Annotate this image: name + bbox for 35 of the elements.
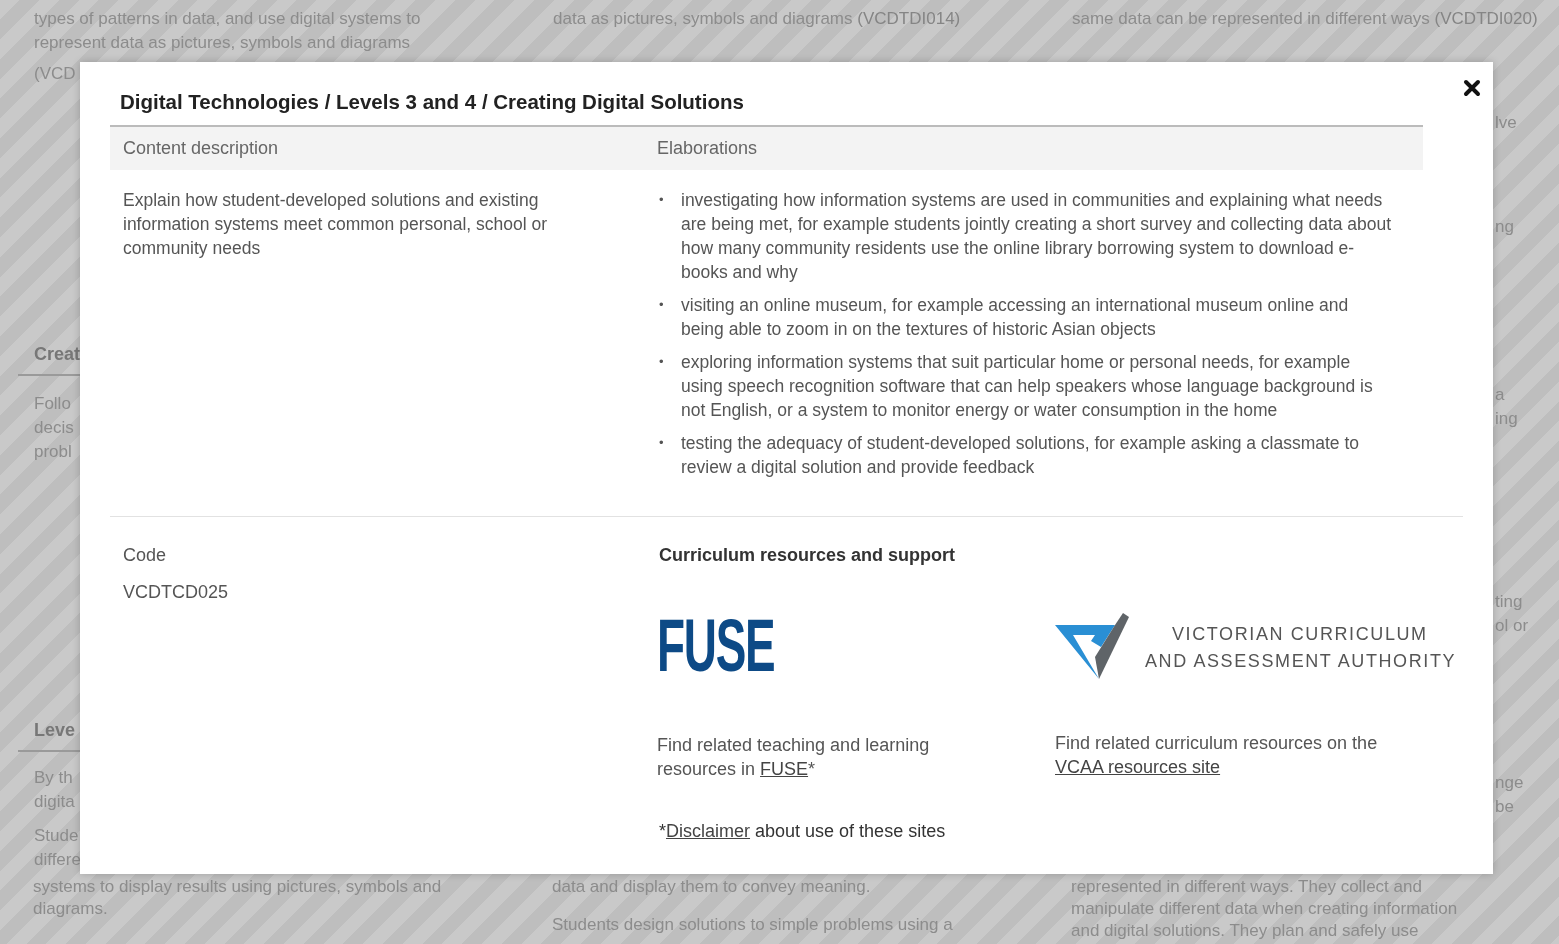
vcaa-link[interactable]: VCAA resources site	[1055, 756, 1221, 777]
background-text: data as pictures, symbols and diagrams (VCDTDI014)	[553, 8, 962, 30]
elaboration-item: investigating how information systems are used in communities and explaining what needs are being met, for example students jointly creating a short survey and collecting data about how many community residents use the online library borrowing system to download e-books and why	[681, 188, 1393, 284]
background-text: nge be	[1495, 772, 1525, 818]
background-text: a ing	[1495, 384, 1519, 430]
elaboration-item: testing the adequacy of student-developed solutions, for example asking a classmate to review a digital solution and provide feedback	[681, 431, 1361, 479]
background-text: types of patterns in data, and use digital systems to represent data as pictures, symbols and diagrams	[34, 8, 422, 54]
list-bullet: •	[659, 352, 665, 371]
resource-description: Find related curriculum resources on the VCAA resources site	[1055, 731, 1379, 779]
content-description: Explain how student-developed solutions and existing information systems meet common personal, school or community needs	[123, 188, 549, 260]
elaboration-item: visiting an online museum, for example accessing an international museum online and being able to zoom in on the textures of historic Asian objects	[681, 293, 1350, 341]
background-text: ng	[1495, 216, 1515, 238]
elaboration-item: exploring information systems that suit particular home or personal needs, for example using speech recognition software that can help speakers whose language background is not English, or a system to monitor energy or water consumption in the home	[681, 350, 1374, 422]
disclaimer-text: *Disclaimer about use of these sites	[659, 819, 947, 843]
list-bullet: •	[659, 433, 665, 452]
background-text: By th digita	[34, 767, 76, 813]
background-text: represented in different ways. They collect and manipulate different data when creating information and digital solutions. They plan and safely use	[1071, 876, 1459, 942]
section-heading: Curriculum resources and support	[659, 543, 957, 567]
background-text: systems to display results using pictures, symbols and diagrams.	[33, 876, 443, 920]
fuse-logo: FUSE	[657, 608, 775, 683]
background-text: (VCD	[34, 63, 77, 85]
column-header: Elaborations	[657, 136, 759, 160]
code-value: VCDTCD025	[123, 580, 230, 604]
list-bullet: •	[659, 190, 665, 209]
code-label: Code	[123, 543, 168, 567]
vcaa-logo-text: VICTORIAN CURRICULUM AND ASSESSMENT AUTHORITY	[1145, 622, 1457, 673]
disclaimer-link[interactable]: Disclaimer	[666, 820, 751, 841]
background-text: Follo decis probl	[34, 393, 75, 463]
background-text: Students design solutions to simple problems using a	[552, 914, 954, 936]
background-text: data and display them to convey meaning.	[552, 876, 872, 898]
background-text: lve	[1495, 112, 1518, 134]
column-header: Content description	[122, 136, 280, 160]
resource-description: Find related teaching and learning resources in FUSE*	[657, 733, 931, 781]
fuse-link[interactable]: FUSE	[760, 758, 809, 779]
list-bullet: •	[659, 295, 665, 314]
